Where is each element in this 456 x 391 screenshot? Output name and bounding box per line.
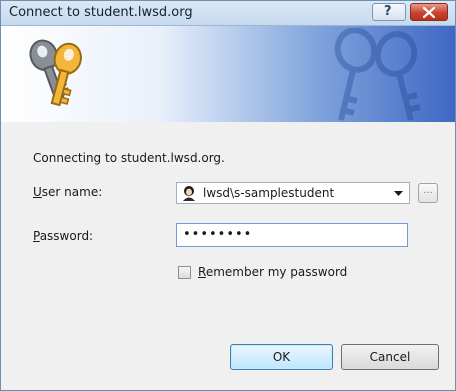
username-label-text: ser name: [41, 185, 103, 199]
close-icon [423, 7, 435, 18]
remember-mnemonic: R [198, 265, 206, 279]
username-value: lwsd\s-samplestudent [203, 186, 335, 200]
browse-users-button[interactable]: ... [418, 183, 438, 203]
close-button[interactable] [410, 3, 448, 21]
user-avatar-icon [181, 185, 197, 201]
username-combobox[interactable]: lwsd\s-samplestudent [176, 182, 410, 204]
password-label-mnemonic: P [33, 229, 40, 243]
chevron-down-icon[interactable] [394, 191, 403, 196]
credential-dialog: Connect to student.lwsd.org ? Connecting… [0, 0, 456, 391]
remember-text: emember my password [205, 265, 348, 279]
password-value: •••••••• [183, 227, 253, 242]
dialog-body: Connecting to student.lwsd.org. User nam… [1, 123, 455, 390]
remember-password-label[interactable]: Remember my password [198, 265, 347, 279]
help-button[interactable]: ? [372, 3, 406, 21]
ok-button[interactable]: OK [230, 344, 333, 370]
cancel-button[interactable]: Cancel [341, 344, 439, 370]
password-label: Password: [33, 229, 93, 243]
password-field[interactable]: •••••••• [176, 223, 408, 247]
keys-icon [29, 39, 82, 107]
dialog-banner [1, 26, 455, 122]
username-label-mnemonic: U [33, 185, 42, 199]
connecting-message: Connecting to student.lwsd.org. [33, 151, 225, 165]
window-title: Connect to student.lwsd.org [9, 5, 193, 20]
username-label: User name: [33, 185, 102, 199]
keys-watermark-icon [334, 28, 421, 121]
remember-password-checkbox[interactable] [178, 266, 191, 279]
password-label-text: assword: [39, 229, 94, 243]
title-bar[interactable]: Connect to student.lwsd.org ? [1, 1, 455, 26]
help-icon: ? [384, 4, 392, 19]
